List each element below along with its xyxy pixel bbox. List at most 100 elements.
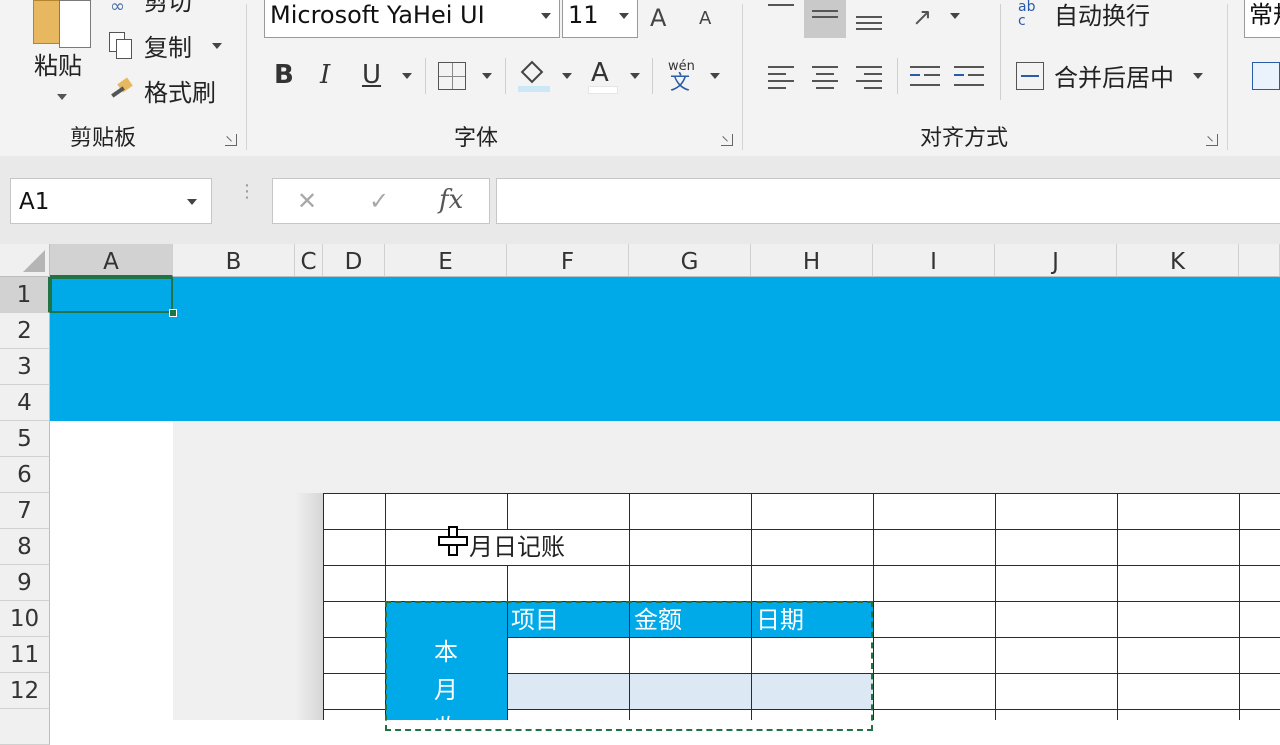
align-right-icon[interactable] (856, 64, 882, 89)
italic-button[interactable]: I (320, 62, 330, 88)
column-header-b[interactable]: B (173, 244, 295, 277)
worksheet[interactable]: A B C D E F G H I J K 1 2 3 4 5 6 7 8 9 … (0, 244, 1280, 745)
font-color-dropdown-icon[interactable] (630, 73, 640, 79)
name-box-value: A1 (19, 189, 50, 215)
row-header-12[interactable]: 12 (0, 673, 50, 709)
row-header-7[interactable]: 7 (0, 493, 50, 529)
grow-font-icon[interactable]: A (650, 6, 666, 30)
row-header-13[interactable] (0, 709, 50, 745)
font-dialog-launcher-icon[interactable] (721, 134, 733, 146)
merge-center-icon[interactable] (1016, 62, 1044, 90)
grid-line (507, 493, 508, 529)
font-name-dropdown-icon[interactable] (541, 13, 551, 19)
align-left-icon[interactable] (768, 64, 794, 89)
fill-handle[interactable] (169, 309, 177, 317)
cut-button[interactable]: 剪切 (144, 0, 192, 14)
clipboard-dialog-launcher-icon[interactable] (225, 134, 237, 146)
top-align-icon[interactable] (768, 0, 794, 12)
font-size-dropdown-icon[interactable] (619, 13, 629, 19)
clipboard-group-label: 剪贴板 (70, 126, 137, 151)
orientation-icon[interactable]: ↗ (912, 2, 942, 32)
column-header-g[interactable]: G (629, 244, 751, 277)
row-header-10[interactable]: 10 (0, 601, 50, 637)
orientation-dropdown-icon[interactable] (950, 13, 960, 19)
column-header-i[interactable]: I (873, 244, 995, 277)
select-all-corner[interactable] (0, 244, 50, 277)
currency-format-icon[interactable] (1252, 62, 1280, 90)
decrease-indent-icon[interactable] (910, 64, 940, 88)
paste-button[interactable]: 粘贴 (34, 54, 82, 78)
column-header-h[interactable]: H (751, 244, 873, 277)
row-header-11[interactable]: 11 (0, 637, 50, 673)
cursor-cross-icon (438, 526, 468, 556)
name-box-dropdown-icon[interactable] (187, 199, 197, 205)
title-banner[interactable] (50, 277, 1280, 421)
column-header-j[interactable]: J (995, 244, 1117, 277)
active-cell-a1[interactable] (50, 277, 173, 313)
row-header-9[interactable]: 9 (0, 565, 50, 601)
row-header-3[interactable]: 3 (0, 349, 50, 385)
formula-input[interactable] (496, 178, 1280, 224)
merge-center-dropdown-icon[interactable] (1193, 73, 1203, 79)
grid-line (995, 493, 996, 720)
row-header-2[interactable]: 2 (0, 313, 50, 349)
number-format-combo[interactable]: 常规 (1244, 0, 1280, 38)
ledger-title[interactable]: 月日记账 (469, 535, 565, 559)
copy-dropdown-icon[interactable] (212, 43, 222, 49)
font-size-combo[interactable]: 11 (562, 0, 638, 38)
font-size-value: 11 (568, 1, 599, 29)
font-name-combo[interactable]: Microsoft YaHei UI (264, 0, 560, 38)
cut-icon[interactable]: ∞ (110, 0, 136, 16)
font-divider (425, 58, 426, 94)
font-color-bar (588, 86, 618, 94)
underline-button[interactable]: U (362, 62, 381, 88)
name-box[interactable]: A1 (10, 178, 212, 224)
paste-icon[interactable] (33, 0, 93, 48)
row-header-6[interactable]: 6 (0, 457, 50, 493)
shrink-font-icon[interactable]: A (699, 10, 711, 28)
row-header-1[interactable]: 1 (0, 277, 50, 313)
column-header-l[interactable] (1239, 244, 1280, 277)
alignment-group-label: 对齐方式 (920, 126, 1009, 151)
insert-function-button[interactable]: fx (439, 187, 463, 213)
wrap-text-button[interactable]: 自动换行 (1054, 4, 1150, 28)
middle-align-icon[interactable] (804, 0, 846, 38)
alignment-dialog-launcher-icon[interactable] (1206, 134, 1218, 146)
format-painter-icon[interactable] (109, 77, 135, 104)
increase-indent-icon[interactable] (954, 64, 984, 88)
ribbon: 粘贴 ∞ 剪切 复制 格式刷 剪贴板 Microsoft YaHei UI 11… (0, 0, 1280, 157)
underline-dropdown-icon[interactable] (402, 73, 412, 79)
column-header-k[interactable]: K (1117, 244, 1239, 277)
borders-dropdown-icon[interactable] (482, 73, 492, 79)
paste-dropdown-icon[interactable] (57, 94, 67, 100)
phonetic-guide-icon[interactable]: wén 文 (666, 60, 698, 94)
row-header-5[interactable]: 5 (0, 421, 50, 457)
font-color-icon[interactable]: A (588, 60, 618, 94)
fill-color-dropdown-icon[interactable] (562, 73, 572, 79)
format-painter-button[interactable]: 格式刷 (144, 81, 216, 105)
cancel-icon[interactable]: ✕ (297, 189, 317, 213)
row-header-4[interactable]: 4 (0, 385, 50, 421)
group-divider (742, 4, 743, 150)
column-header-f[interactable]: F (507, 244, 629, 277)
row-header-8[interactable]: 8 (0, 529, 50, 565)
borders-icon[interactable] (438, 62, 466, 90)
phonetic-dropdown-icon[interactable] (710, 73, 720, 79)
fill-color-icon[interactable] (518, 60, 550, 94)
bold-button[interactable]: B (274, 62, 294, 88)
formula-buttons: ✕ ✓ fx (272, 178, 490, 224)
column-header-a[interactable]: A (50, 244, 173, 277)
wrap-text-icon[interactable]: ab c (1018, 0, 1044, 30)
copy-button[interactable]: 复制 (144, 36, 192, 60)
group-divider (1227, 4, 1228, 150)
bottom-align-icon[interactable] (856, 0, 882, 32)
font-divider (652, 58, 653, 94)
align-center-icon[interactable] (812, 64, 838, 89)
copy-icon[interactable] (109, 32, 133, 60)
enter-icon[interactable]: ✓ (369, 189, 389, 213)
merge-center-button[interactable]: 合并后居中 (1054, 66, 1174, 90)
column-header-c[interactable]: C (295, 244, 323, 277)
splitter-handle-icon[interactable]: ⋮ (238, 183, 256, 214)
column-header-e[interactable]: E (385, 244, 507, 277)
column-header-d[interactable]: D (323, 244, 385, 277)
